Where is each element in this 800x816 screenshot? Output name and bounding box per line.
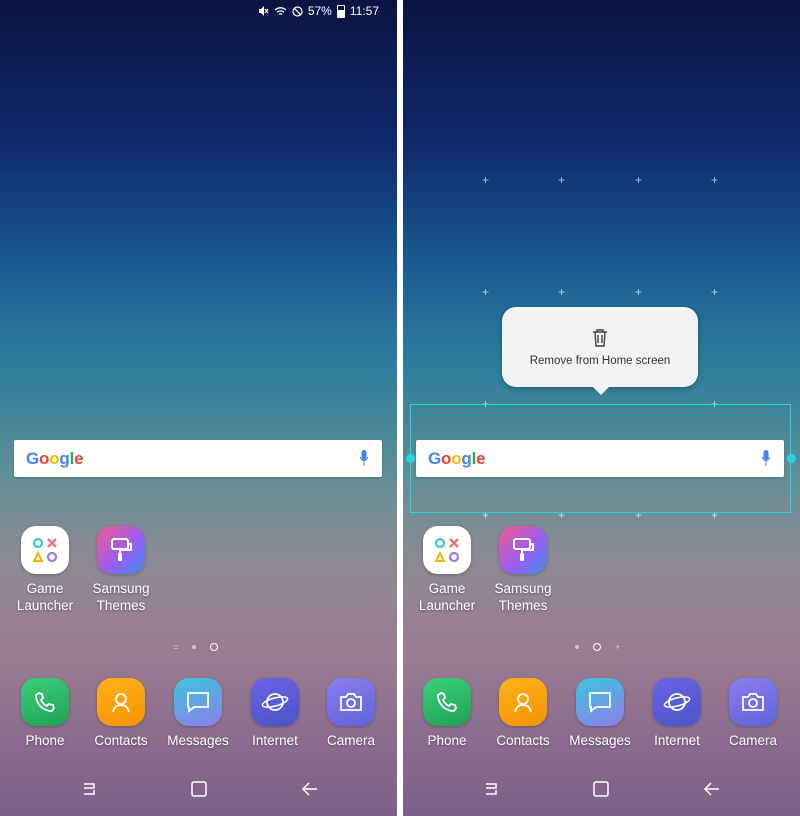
recent-apps-button[interactable] — [80, 780, 98, 803]
app-label: Camera — [326, 733, 375, 748]
home-screen-edit: + + + + + + + + + + + + + + Remove from … — [403, 0, 800, 816]
app-label: Internet — [252, 733, 298, 748]
recent-apps-button[interactable] — [482, 780, 500, 803]
planet-icon — [653, 678, 701, 726]
status-bar: 57% 11:57 — [257, 4, 379, 18]
app-internet[interactable]: Internet — [240, 678, 310, 749]
do-not-disturb-icon — [292, 5, 303, 17]
mic-icon[interactable] — [762, 450, 770, 467]
app-label: Internet — [654, 733, 700, 748]
widget-context-menu: Remove from Home screen — [502, 307, 698, 395]
message-icon — [576, 678, 624, 726]
person-icon — [499, 678, 547, 726]
page-indicator: + — [575, 642, 621, 652]
home-button[interactable] — [190, 780, 208, 803]
app-game-launcher[interactable]: Game Launcher — [10, 526, 80, 614]
app-label: Samsung Themes — [494, 581, 552, 613]
app-camera[interactable]: Camera — [718, 678, 788, 749]
app-label: Game Launcher — [16, 581, 74, 613]
add-page-indicator: + — [615, 642, 621, 652]
app-label: Contacts — [496, 733, 550, 748]
app-samsung-themes[interactable]: Samsung Themes — [86, 526, 156, 614]
app-camera[interactable]: Camera — [316, 678, 386, 749]
app-label: Phone — [25, 733, 65, 748]
app-contacts[interactable]: Contacts — [86, 678, 156, 749]
game-launcher-icon — [423, 526, 471, 574]
grid-marker: + — [558, 285, 566, 299]
message-icon — [174, 678, 222, 726]
brush-icon — [97, 526, 145, 574]
phone-icon — [423, 678, 471, 726]
person-icon — [97, 678, 145, 726]
planet-icon — [251, 678, 299, 726]
game-launcher-icon — [21, 526, 69, 574]
google-search-widget[interactable]: Google — [14, 440, 382, 477]
app-messages[interactable]: Messages — [163, 678, 233, 749]
wifi-icon — [274, 6, 287, 15]
current-page-dot — [210, 643, 219, 651]
app-game-launcher[interactable]: Game Launcher — [412, 526, 482, 614]
mute-icon — [258, 6, 269, 16]
grid-marker: + — [711, 285, 719, 299]
app-messages[interactable]: Messages — [565, 678, 635, 749]
app-label: Camera — [728, 733, 777, 748]
home-page-indicator: = — [173, 642, 179, 652]
google-logo: Google — [428, 448, 486, 468]
grid-marker: + — [482, 285, 490, 299]
camera-icon — [729, 678, 777, 726]
grid-marker: + — [635, 285, 643, 299]
page-indicator: = — [173, 642, 219, 652]
app-phone[interactable]: Phone — [412, 678, 482, 749]
home-screen-normal: 57% 11:57 Google Game Launcher Samsung T… — [0, 0, 397, 816]
app-phone[interactable]: Phone — [10, 678, 80, 749]
grid-marker: + — [635, 173, 643, 187]
grid-marker: + — [558, 173, 566, 187]
battery-percent: 57% — [307, 4, 332, 18]
mic-icon[interactable] — [360, 450, 368, 467]
google-logo: Google — [26, 448, 84, 468]
app-label: Game Launcher — [418, 581, 476, 613]
camera-icon — [327, 678, 375, 726]
grid-marker: + — [711, 173, 719, 187]
back-button[interactable] — [703, 780, 721, 803]
clock: 11:57 — [349, 4, 379, 18]
resize-handle-left[interactable] — [406, 454, 415, 463]
back-button[interactable] — [301, 780, 319, 803]
navigation-bar — [0, 780, 397, 804]
app-samsung-themes[interactable]: Samsung Themes — [488, 526, 558, 614]
grid-marker: + — [482, 173, 490, 187]
page-dot — [575, 645, 579, 649]
home-button[interactable] — [592, 780, 610, 803]
brush-icon — [499, 526, 547, 574]
battery-icon — [336, 4, 345, 18]
navigation-bar — [403, 780, 800, 804]
resize-handle-right[interactable] — [787, 454, 796, 463]
app-label: Messages — [569, 733, 631, 748]
app-label: Samsung Themes — [92, 581, 150, 613]
current-page-dot — [593, 643, 601, 651]
app-contacts[interactable]: Contacts — [488, 678, 558, 749]
google-search-widget[interactable]: Google — [416, 440, 784, 477]
app-label: Messages — [167, 733, 229, 748]
remove-from-home-button[interactable]: Remove from Home screen — [502, 355, 698, 367]
app-internet[interactable]: Internet — [642, 678, 712, 749]
trash-icon[interactable] — [592, 329, 608, 347]
page-dot — [192, 645, 197, 649]
app-label: Phone — [427, 733, 467, 748]
app-label: Contacts — [94, 733, 148, 748]
phone-icon — [21, 678, 69, 726]
